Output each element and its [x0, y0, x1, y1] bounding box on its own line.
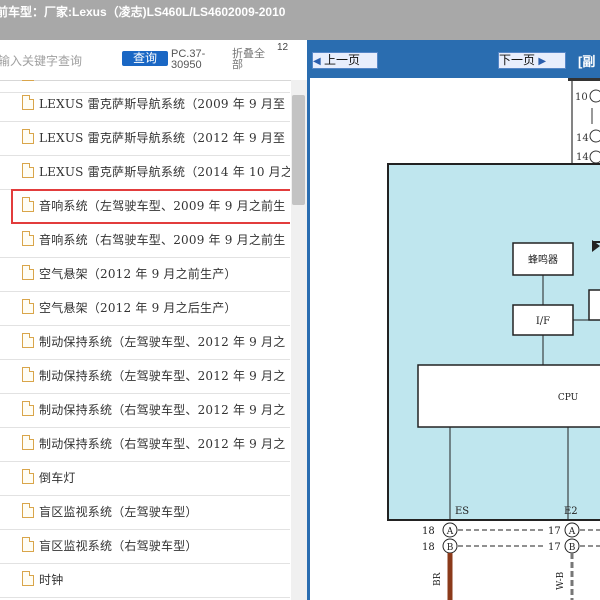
document-icon — [22, 435, 34, 450]
next-page-button[interactable]: 下一页 ▶ — [498, 52, 566, 69]
list-item[interactable]: 盲区监视系统（左驾驶车型） — [0, 495, 290, 530]
list-item[interactable]: 音响系统（右驾驶车型、2009 年 9 月之前生 — [0, 223, 290, 258]
pin-label: 17 — [548, 542, 561, 553]
list-item-label: LEXUS 雷克萨斯导航系统（2009 年 9 月至 2 — [39, 97, 290, 111]
list-item[interactable]: 空气悬架（2012 年 9 月之后生产） — [0, 291, 290, 326]
list-item-label: 制动保持系统（左驾驶车型、2012 年 9 月之 — [39, 335, 286, 349]
connector-label: A — [446, 527, 454, 537]
page-number: 12 — [277, 42, 289, 53]
sidebar: 输入关键字查询 查询 PC.37-30950 折叠全部 12 LEXUS 雷克萨… — [0, 40, 307, 600]
list-item-label: LEXUS 雷克萨斯导航系统（2014 年 10 月之 — [39, 165, 290, 179]
list-item-selected[interactable]: 音响系统（左驾驶车型、2009 年 9 月之前生 — [11, 189, 290, 224]
document-icon — [22, 537, 34, 552]
list-item[interactable]: 制动保持系统（左驾驶车型、2012 年 9 月之 — [0, 325, 290, 360]
cpu-label: CPU — [558, 393, 579, 403]
list-item[interactable]: 制动保持系统（左驾驶车型、2012 年 9 月之 — [0, 359, 290, 394]
document-icon — [22, 129, 34, 144]
list-item-label: 音响系统（左驾驶车型、2009 年 9 月之前生 — [39, 199, 286, 213]
document-code: PC.37-30950 — [171, 48, 206, 71]
document-list: LEXUS 雷克萨斯导航系统（2009 年 9 月至 2 LEXUS 雷克萨斯导… — [0, 80, 290, 600]
pin-label: E2 — [564, 506, 578, 517]
list-item[interactable]: 倒车灯 — [0, 461, 290, 496]
list-item[interactable]: 盲区监视系统（右驾驶车型） — [0, 529, 290, 564]
buzzer-label: 蜂鸣器 — [528, 253, 558, 266]
sidebar-toolbar: 输入关键字查询 查询 PC.37-30950 折叠全部 12 — [0, 40, 307, 81]
pin-label: 14 — [576, 152, 589, 163]
arrow-right-icon: ▶ — [538, 56, 547, 67]
document-viewer: ◀ 上一页 下一页 ▶ [副 10 14 14 蜂鸣器 I/F CPU ES E… — [307, 40, 600, 600]
collapse-all-button[interactable]: 折叠全部 — [232, 49, 274, 71]
pin-label: 10 — [575, 92, 588, 103]
connector-pin — [589, 150, 600, 164]
section-title: [副 — [578, 54, 596, 69]
pin-label: 18 — [422, 542, 435, 553]
connector-label: B — [447, 543, 454, 553]
list-item[interactable]: LEXUS 雷克萨斯导航系统（2009 年 9 月至 2 — [0, 87, 290, 122]
wiring-diagram-page: 10 14 14 蜂鸣器 I/F CPU ES E2 18 A 17 A 18 … — [310, 78, 600, 600]
wire-label: BR — [433, 572, 443, 586]
list-item-label: 时钟 — [39, 573, 64, 587]
document-icon — [22, 197, 34, 212]
wiring-diagram: 10 14 14 蜂鸣器 I/F CPU ES E2 18 A 17 A 18 … — [387, 78, 600, 600]
pin-label: 14 — [576, 133, 589, 144]
list-item-label: 音响系统（右驾驶车型、2009 年 9 月之前生 — [39, 233, 286, 247]
document-icon — [22, 503, 34, 518]
interface-label: I/F — [536, 316, 550, 327]
list-item-label: 盲区监视系统（右驾驶车型） — [39, 539, 198, 553]
document-icon — [22, 333, 34, 348]
list-item-label: 倒车灯 — [39, 471, 76, 485]
arrow-left-icon: ◀ — [313, 56, 321, 67]
search-input[interactable]: 输入关键字查询 — [0, 52, 82, 69]
sidebar-scrollbar[interactable] — [291, 80, 307, 600]
scrollbar-thumb[interactable] — [292, 95, 305, 205]
list-item[interactable]: LEXUS 雷克萨斯导航系统（2014 年 10 月之 — [0, 155, 290, 190]
connector-label: A — [568, 527, 576, 537]
list-item[interactable]: LEXUS 雷克萨斯导航系统（2012 年 9 月至 2 — [0, 121, 290, 156]
document-icon — [22, 163, 34, 178]
list-item-label: 盲区监视系统（左驾驶车型） — [39, 505, 198, 519]
document-icon — [22, 299, 34, 314]
prev-page-label: 上一页 — [324, 53, 361, 67]
connector-pin — [589, 89, 600, 103]
list-item-label: 制动保持系统（右驾驶车型、2012 年 9 月之 — [39, 437, 286, 451]
document-icon — [22, 231, 34, 246]
document-icon — [22, 401, 34, 416]
list-item[interactable]: 制动保持系统（右驾驶车型、2012 年 9 月之 — [0, 427, 290, 462]
document-icon — [22, 367, 34, 382]
query-button[interactable]: 查询 — [122, 51, 168, 66]
list-item[interactable]: 时钟 — [0, 563, 290, 598]
connector-pin — [589, 129, 600, 143]
wire-label: W-B — [556, 571, 566, 590]
document-icon — [22, 80, 34, 81]
list-item[interactable]: 空气悬架（2012 年 9 月之前生产） — [0, 257, 290, 292]
document-icon — [22, 469, 34, 484]
list-item-label: 制动保持系统（左驾驶车型、2012 年 9 月之 — [39, 369, 286, 383]
pin-label: ES — [455, 506, 469, 517]
list-item[interactable]: 制动保持系统（右驾驶车型、2012 年 9 月之 — [0, 393, 290, 428]
vehicle-title: 前车型：厂家:Lexus（凌志)LS460L/LS4602009-2010 — [0, 5, 286, 19]
list-item-label: 空气悬架（2012 年 9 月之前生产） — [39, 267, 237, 281]
pin-label: 17 — [548, 526, 561, 537]
next-page-label: 下一页 — [499, 53, 536, 67]
list-item-label: 制动保持系统（右驾驶车型、2012 年 9 月之 — [39, 403, 286, 417]
document-icon — [22, 571, 34, 586]
connector-label: B — [569, 543, 576, 553]
document-icon — [22, 95, 34, 110]
title-bar: 前车型：厂家:Lexus（凌志)LS460L/LS4602009-2010 — [0, 0, 600, 40]
list-item-label: LEXUS 雷克萨斯导航系统（2012 年 9 月至 2 — [39, 131, 290, 145]
document-icon — [22, 265, 34, 280]
list-item-label: 空气悬架（2012 年 9 月之后生产） — [39, 301, 237, 315]
prev-page-button[interactable]: ◀ 上一页 — [312, 52, 378, 69]
pin-label: 18 — [422, 526, 435, 537]
